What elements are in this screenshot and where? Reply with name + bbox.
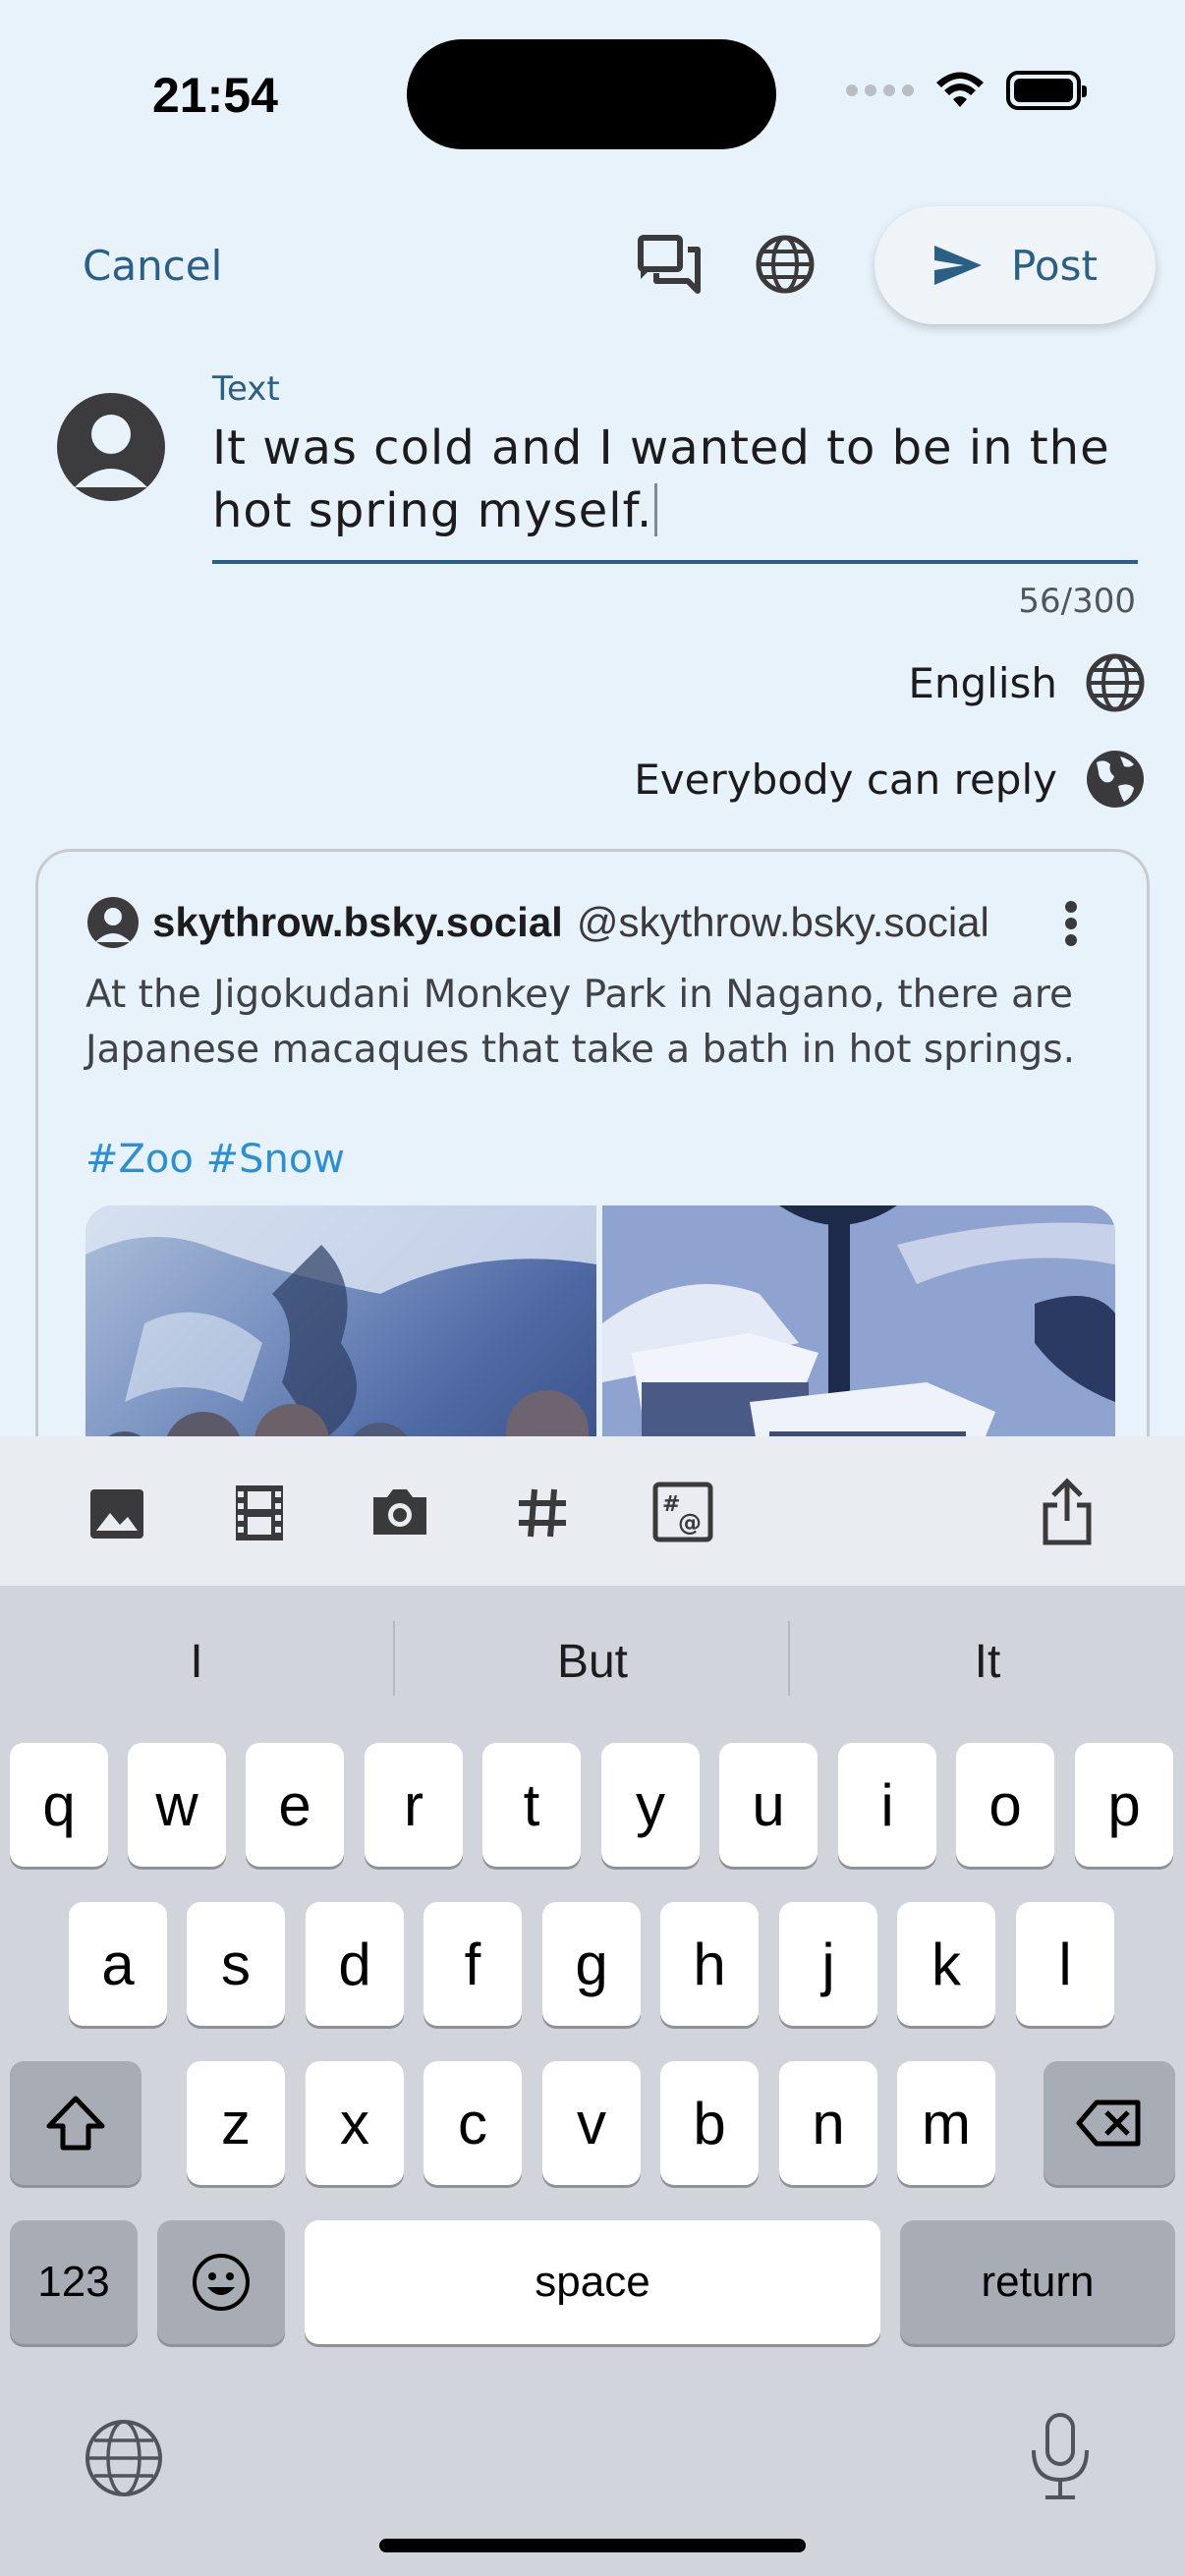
suggestion-divider <box>393 1621 395 1696</box>
camera-icon[interactable] <box>369 1485 430 1539</box>
home-indicator[interactable] <box>379 2539 806 2552</box>
emoji-icon <box>193 2254 250 2311</box>
earth-icon <box>1087 751 1144 808</box>
send-icon <box>934 246 983 285</box>
status-icons <box>846 71 1087 110</box>
keyboard: I But It q w e r t y u i o p a s d f g h… <box>0 1586 1185 2576</box>
suggestion-3[interactable]: It <box>791 1635 1184 1689</box>
text-caret <box>654 483 658 536</box>
key-g[interactable]: g <box>542 1902 641 2026</box>
battery-icon <box>1006 71 1087 110</box>
signal-icon <box>846 84 914 96</box>
key-d[interactable]: d <box>306 1902 404 2026</box>
post-text-input[interactable]: It was cold and I wanted to be in the ho… <box>212 417 1136 542</box>
more-options-icon[interactable] <box>1064 901 1078 946</box>
quoted-post-header: skythrow.bsky.social @skythrow.bsky.soci… <box>87 897 989 948</box>
key-z[interactable]: z <box>187 2061 285 2185</box>
wifi-icon <box>936 72 984 107</box>
key-j[interactable]: j <box>779 1902 877 2026</box>
shift-key[interactable] <box>10 2061 141 2185</box>
suggestion-2[interactable]: But <box>396 1635 789 1689</box>
key-r[interactable]: r <box>365 1743 463 1867</box>
key-x[interactable]: x <box>306 2061 404 2185</box>
quoted-post-text: At the Jigokudani Monkey Park in Nagano,… <box>85 973 1075 1072</box>
key-m[interactable]: m <box>897 2061 995 2185</box>
key-s[interactable]: s <box>187 1902 285 2026</box>
author-avatar-icon <box>95 908 131 942</box>
key-i[interactable]: i <box>838 1743 936 1867</box>
quoted-author-avatar <box>87 897 139 948</box>
return-key[interactable]: return <box>900 2220 1175 2344</box>
key-a[interactable]: a <box>69 1902 167 2026</box>
key-v[interactable]: v <box>542 2061 641 2185</box>
quoted-author-name: skythrow.bsky.social <box>152 899 563 945</box>
image-icon[interactable] <box>88 1487 145 1540</box>
key-p[interactable]: p <box>1075 1743 1173 1867</box>
language-label: English <box>908 658 1057 707</box>
hashtag-mention-icon[interactable]: # @ <box>652 1482 713 1542</box>
character-counter: 56/300 <box>1018 582 1136 621</box>
user-avatar-icon <box>75 415 147 487</box>
key-l[interactable]: l <box>1016 1902 1114 2026</box>
dynamic-island <box>407 39 776 149</box>
avatar <box>57 393 165 501</box>
suggestion-1[interactable]: I <box>0 1635 393 1689</box>
space-key[interactable]: space <box>305 2220 880 2344</box>
key-t[interactable]: t <box>482 1743 581 1867</box>
key-h[interactable]: h <box>660 1902 759 2026</box>
key-b[interactable]: b <box>660 2061 759 2185</box>
key-u[interactable]: u <box>719 1743 818 1867</box>
key-q[interactable]: q <box>10 1743 108 1867</box>
shift-icon <box>46 2096 105 2151</box>
delete-key[interactable] <box>1044 2061 1175 2185</box>
hashtag-icon[interactable] <box>515 1485 570 1540</box>
post-button[interactable]: Post <box>875 206 1156 324</box>
suggestion-divider <box>788 1621 790 1696</box>
globe-icon[interactable] <box>755 234 816 295</box>
post-button-label: Post <box>1011 241 1098 290</box>
language-globe-icon <box>1086 653 1145 712</box>
quoted-post-hashtags[interactable]: #Zoo #Snow <box>85 1137 345 1182</box>
emoji-key[interactable] <box>157 2220 285 2344</box>
key-y[interactable]: y <box>601 1743 700 1867</box>
post-text-value: It was cold and I wanted to be in the ho… <box>212 420 1110 538</box>
key-c[interactable]: c <box>423 2061 522 2185</box>
key-e[interactable]: e <box>246 1743 344 1867</box>
video-icon[interactable] <box>234 1484 285 1542</box>
share-icon[interactable] <box>1042 1478 1093 1546</box>
key-w[interactable]: w <box>128 1743 226 1867</box>
keyboard-globe-icon[interactable] <box>83 2417 165 2499</box>
quoted-post-card[interactable]: skythrow.bsky.social @skythrow.bsky.soci… <box>35 849 1150 1478</box>
microphone-icon[interactable] <box>1026 2411 1095 2503</box>
threadgate-icon[interactable] <box>637 234 702 295</box>
reply-setting-selector[interactable]: Everybody can reply <box>634 749 1146 810</box>
language-selector[interactable]: English <box>908 652 1146 713</box>
composer-toolbar: # @ <box>0 1436 1185 1586</box>
backspace-icon <box>1076 2100 1141 2147</box>
numbers-key[interactable]: 123 <box>10 2220 138 2344</box>
svg-text:@: @ <box>678 1509 702 1537</box>
key-f[interactable]: f <box>423 1902 522 2026</box>
status-time: 21:54 <box>152 68 278 123</box>
text-field-label: Text <box>212 369 280 409</box>
key-o[interactable]: o <box>956 1743 1054 1867</box>
key-k[interactable]: k <box>897 1902 995 2026</box>
reply-setting-label: Everybody can reply <box>634 755 1057 804</box>
key-n[interactable]: n <box>779 2061 877 2185</box>
cancel-button[interactable]: Cancel <box>83 242 222 290</box>
quoted-author-handle: @skythrow.bsky.social <box>576 899 989 945</box>
text-field-underline <box>212 560 1138 564</box>
